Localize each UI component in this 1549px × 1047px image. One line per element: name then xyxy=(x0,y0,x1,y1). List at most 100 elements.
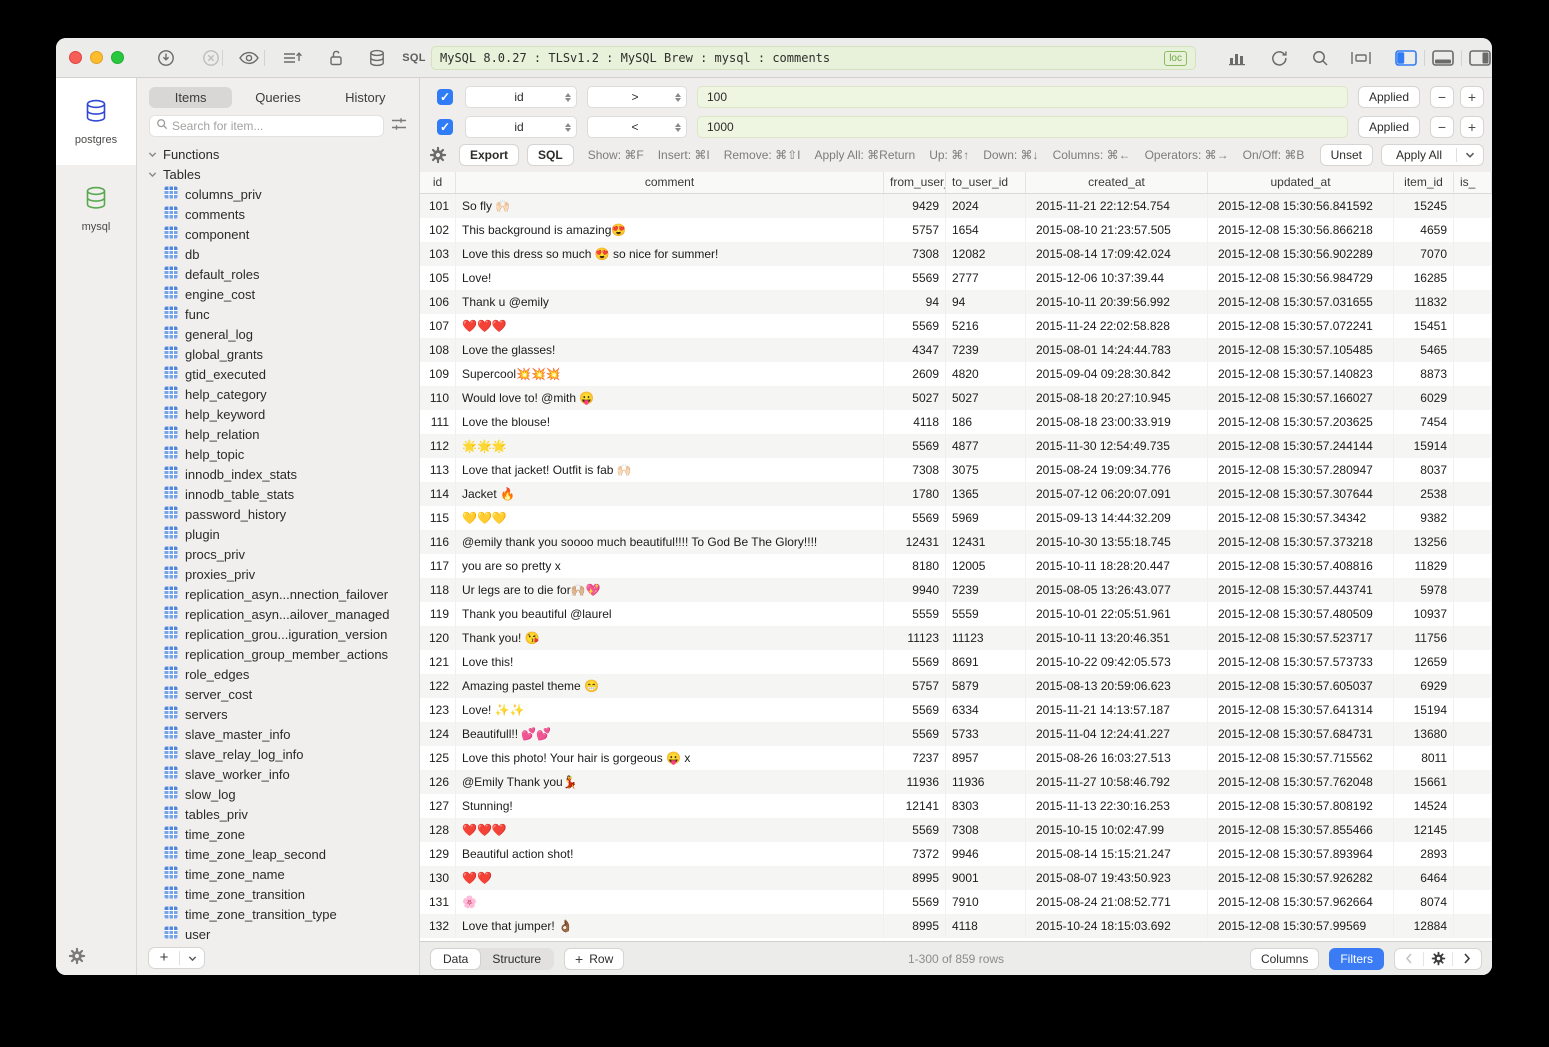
sidebar-table-item[interactable]: time_zone xyxy=(137,824,419,844)
cell-id[interactable]: 110 xyxy=(420,386,456,410)
filters-button[interactable]: Filters xyxy=(1329,948,1384,970)
cell-comment[interactable]: Thank you beautiful @laurel xyxy=(456,602,884,626)
tab-items[interactable]: Items xyxy=(149,87,232,108)
cell-id[interactable]: 128 xyxy=(420,818,456,842)
table-row[interactable]: 119 Thank you beautiful @laurel 5559 555… xyxy=(420,602,1492,626)
cell-is[interactable] xyxy=(1454,218,1492,242)
cell-id[interactable]: 115 xyxy=(420,506,456,530)
cell-to-user-id[interactable]: 5879 xyxy=(946,674,1026,698)
cell-is[interactable] xyxy=(1454,866,1492,890)
filter-enabled-checkbox[interactable]: ✓ xyxy=(437,119,453,135)
cell-from-user-id[interactable]: 5569 xyxy=(884,890,946,914)
cell-created-at[interactable]: 2015-07-12 06:20:07.091 xyxy=(1026,482,1208,506)
cell-item-id[interactable]: 15661 xyxy=(1394,770,1454,794)
cell-to-user-id[interactable]: 12082 xyxy=(946,242,1026,266)
cell-item-id[interactable]: 2893 xyxy=(1394,842,1454,866)
sidebar-table-item[interactable]: replication_group_member_actions xyxy=(137,644,419,664)
sidebar-table-item[interactable]: password_history xyxy=(137,504,419,524)
cell-from-user-id[interactable]: 5757 xyxy=(884,674,946,698)
cell-comment[interactable]: ❤️❤️❤️ xyxy=(456,314,884,338)
cell-id[interactable]: 118 xyxy=(420,578,456,602)
cell-is[interactable] xyxy=(1454,794,1492,818)
table-row[interactable]: 122 Amazing pastel theme 😁 5757 5879 201… xyxy=(420,674,1492,698)
cell-is[interactable] xyxy=(1454,842,1492,866)
sidebar-table-item[interactable]: proxies_priv xyxy=(137,564,419,584)
cell-to-user-id[interactable]: 4118 xyxy=(946,914,1026,938)
cell-to-user-id[interactable]: 186 xyxy=(946,410,1026,434)
cell-item-id[interactable]: 4659 xyxy=(1394,218,1454,242)
cell-comment[interactable]: Love this! xyxy=(456,650,884,674)
toggle-bottom-panel-icon[interactable] xyxy=(1430,46,1456,70)
cell-item-id[interactable]: 13680 xyxy=(1394,722,1454,746)
cell-to-user-id[interactable]: 11123 xyxy=(946,626,1026,650)
cell-comment[interactable]: Stunning! xyxy=(456,794,884,818)
cell-item-id[interactable]: 13256 xyxy=(1394,530,1454,554)
cell-is[interactable] xyxy=(1454,266,1492,290)
cell-is[interactable] xyxy=(1454,770,1492,794)
export-button[interactable]: Export xyxy=(459,144,519,166)
cell-to-user-id[interactable]: 5969 xyxy=(946,506,1026,530)
cell-from-user-id[interactable]: 1780 xyxy=(884,482,946,506)
cell-is[interactable] xyxy=(1454,746,1492,770)
table-row[interactable]: 101 So fly 🙌🏻 9429 2024 2015-11-21 22:12… xyxy=(420,194,1492,218)
zoom-window-button[interactable] xyxy=(111,51,124,64)
cell-from-user-id[interactable]: 12431 xyxy=(884,530,946,554)
table-row[interactable]: 132 Love that jumper! 👌🏾 8995 4118 2015-… xyxy=(420,914,1492,938)
cell-updated-at[interactable]: 2015-12-08 15:30:57.307644 xyxy=(1208,482,1394,506)
table-row[interactable]: 107 ❤️❤️❤️ 5569 5216 2015-11-24 22:02:58… xyxy=(420,314,1492,338)
sidebar-table-item[interactable]: global_grants xyxy=(137,344,419,364)
tree-group-functions[interactable]: Functions xyxy=(137,144,419,164)
chevron-down-icon[interactable] xyxy=(180,954,204,963)
cell-updated-at[interactable]: 2015-12-08 15:30:57.373218 xyxy=(1208,530,1394,554)
cell-to-user-id[interactable]: 7239 xyxy=(946,338,1026,362)
cell-item-id[interactable]: 11756 xyxy=(1394,626,1454,650)
cell-to-user-id[interactable]: 9946 xyxy=(946,842,1026,866)
table-row[interactable]: 129 Beautiful action shot! 7372 9946 201… xyxy=(420,842,1492,866)
sidebar-table-item[interactable]: role_edges xyxy=(137,664,419,684)
cell-comment[interactable]: Beautifull!! 💕💕 xyxy=(456,722,884,746)
apply-all-dropdown-button[interactable]: Apply All xyxy=(1381,144,1484,166)
cell-to-user-id[interactable]: 5027 xyxy=(946,386,1026,410)
cell-is[interactable] xyxy=(1454,698,1492,722)
cell-updated-at[interactable]: 2015-12-08 15:30:57.031655 xyxy=(1208,290,1394,314)
cell-comment[interactable]: 💛💛💛 xyxy=(456,506,884,530)
sidebar-table-item[interactable]: procs_priv xyxy=(137,544,419,564)
sidebar-table-item[interactable]: component xyxy=(137,224,419,244)
sidebar-table-item[interactable]: time_zone_transition xyxy=(137,884,419,904)
toggle-left-panel-icon[interactable] xyxy=(1393,46,1419,70)
cell-item-id[interactable]: 11829 xyxy=(1394,554,1454,578)
tab-structure[interactable]: Structure xyxy=(480,949,553,969)
sidebar-table-item[interactable]: slave_worker_info xyxy=(137,764,419,784)
cell-updated-at[interactable]: 2015-12-08 15:30:57.573733 xyxy=(1208,650,1394,674)
cell-to-user-id[interactable]: 7239 xyxy=(946,578,1026,602)
cell-id[interactable]: 129 xyxy=(420,842,456,866)
add-item-split-button[interactable]: + xyxy=(148,947,205,969)
cell-item-id[interactable]: 5978 xyxy=(1394,578,1454,602)
add-row-button[interactable]: + Row xyxy=(564,948,624,970)
sidebar-table-item[interactable]: time_zone_name xyxy=(137,864,419,884)
sidebar-table-item[interactable]: help_keyword xyxy=(137,404,419,424)
cell-updated-at[interactable]: 2015-12-08 15:30:57.855466 xyxy=(1208,818,1394,842)
cell-from-user-id[interactable]: 5027 xyxy=(884,386,946,410)
column-header-id[interactable]: id xyxy=(420,172,456,193)
cell-id[interactable]: 125 xyxy=(420,746,456,770)
cell-is[interactable] xyxy=(1454,362,1492,386)
cell-id[interactable]: 131 xyxy=(420,890,456,914)
table-row[interactable]: 108 Love the glasses! 4347 7239 2015-08-… xyxy=(420,338,1492,362)
cell-item-id[interactable]: 10937 xyxy=(1394,602,1454,626)
sidebar-table-item[interactable]: help_category xyxy=(137,384,419,404)
cell-updated-at[interactable]: 2015-12-08 15:30:57.926282 xyxy=(1208,866,1394,890)
cell-is[interactable] xyxy=(1454,530,1492,554)
cell-id[interactable]: 119 xyxy=(420,602,456,626)
cell-created-at[interactable]: 2015-08-14 15:15:21.247 xyxy=(1026,842,1208,866)
cell-item-id[interactable]: 8037 xyxy=(1394,458,1454,482)
sidebar-table-item[interactable]: default_roles xyxy=(137,264,419,284)
filter-applied-button[interactable]: Applied xyxy=(1358,116,1420,138)
cell-updated-at[interactable]: 2015-12-08 15:30:56.902289 xyxy=(1208,242,1394,266)
cell-from-user-id[interactable]: 4118 xyxy=(884,410,946,434)
cell-created-at[interactable]: 2015-10-30 13:55:18.745 xyxy=(1026,530,1208,554)
cell-id[interactable]: 106 xyxy=(420,290,456,314)
cell-item-id[interactable]: 14524 xyxy=(1394,794,1454,818)
cell-item-id[interactable]: 5465 xyxy=(1394,338,1454,362)
cell-from-user-id[interactable]: 5569 xyxy=(884,818,946,842)
